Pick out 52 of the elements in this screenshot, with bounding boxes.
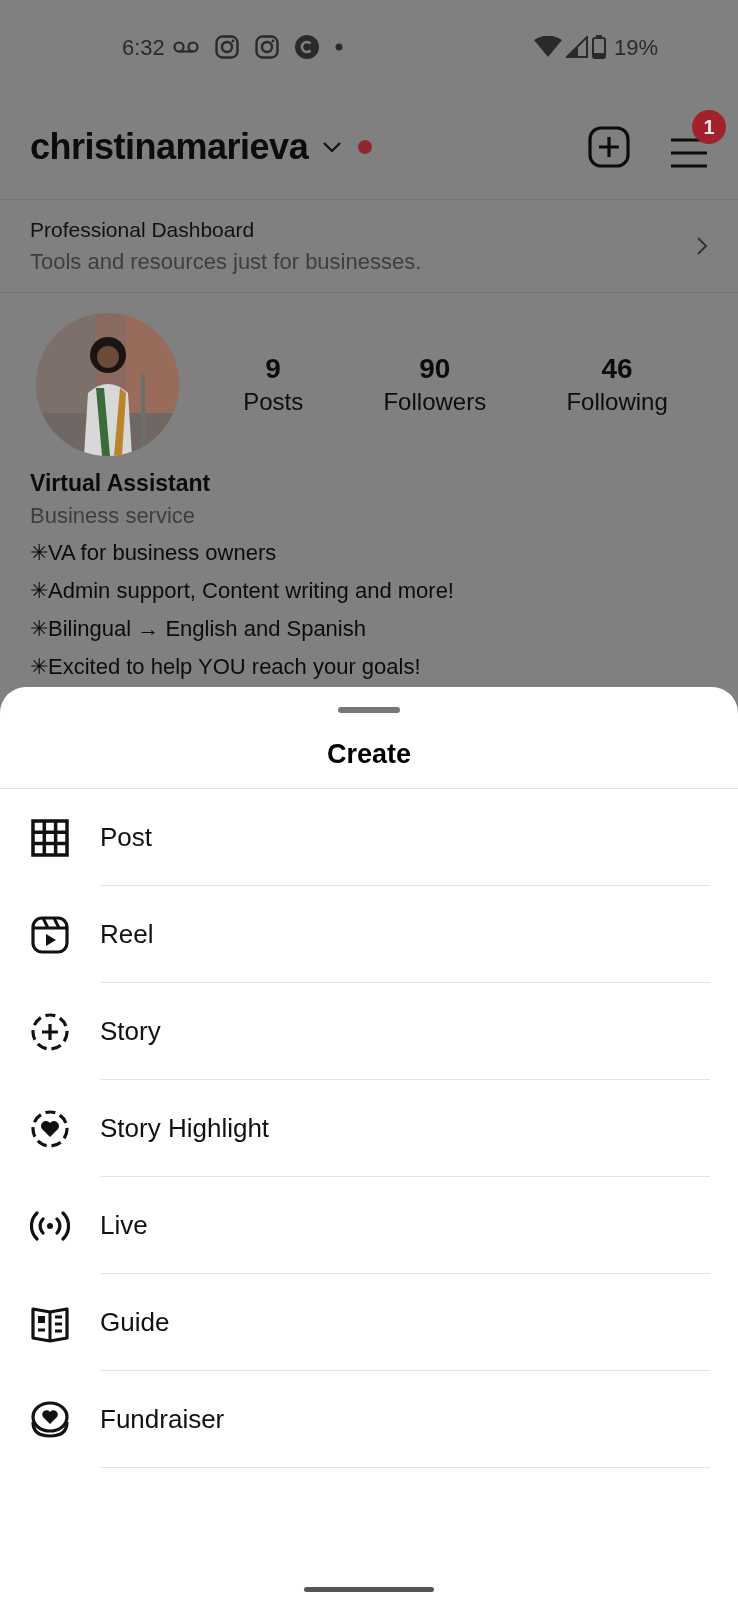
sheet-title: Create [0,719,738,789]
menu-label: Story Highlight [100,1111,270,1145]
menu-icon[interactable] [670,137,708,168]
menu-item[interactable]: Live [0,1177,738,1274]
chevron-down-icon[interactable] [322,140,343,153]
bio-line: ✳Bilingual → English and Spanish [30,615,367,643]
video-icon [30,914,70,955]
menu-label: Post [100,820,153,854]
dashboard-title: Professional Dashboard [30,216,256,243]
chevron-right-icon [696,236,708,256]
bio-line: ✳VA for business owners [30,539,278,567]
menu-label: Reel [100,917,154,951]
grid-icon [30,817,70,858]
coin-heart-icon [30,1399,70,1440]
menu-item[interactable]: Fundraiser [0,1371,738,1468]
stat-label[interactable]: Posts [243,385,304,417]
clock-time: 6:32 [122,33,165,62]
notification-dot [358,139,373,154]
menu-label: Story [100,1014,161,1048]
dashboard-row[interactable]: Professional Dashboard Tools and resources just for businesses. [0,199,738,293]
camera-icon [254,35,279,59]
battery-percent: 19% [613,33,658,62]
add-icon[interactable] [588,125,630,168]
profile-name: Virtual Assistant [30,469,212,498]
battery-icon [591,35,606,59]
username[interactable]: christinamarieva [30,119,309,174]
menu-item[interactable]: Reel [0,886,738,983]
camera-icon [214,35,239,59]
drag-handle[interactable] [338,707,400,713]
voicemail-icon [172,40,199,54]
dashed-circle-plus-icon [30,1011,70,1052]
dashboard-subtitle: Tools and resources just for businesses. [30,248,423,277]
stat-count[interactable]: 90 [383,352,487,386]
circle-letter-icon [294,35,319,59]
menu-item[interactable]: Post [0,789,738,886]
menu-label: Guide [100,1305,170,1339]
dot-icon [334,43,343,51]
menu-item[interactable]: Story Highlight [0,1080,738,1177]
menu-label: Live [100,1208,148,1242]
menu-item[interactable]: Story [0,983,738,1080]
wifi-icon [533,36,562,58]
stat-count[interactable]: 46 [566,352,668,386]
bio-line: ✳Excited to help YOU reach your goals! [30,653,422,681]
signal-icon [565,36,588,58]
bio-line: ✳Admin support, Content writing and more! [30,577,455,605]
menu-label: Fundraiser [100,1402,225,1436]
notification-count: 1 [692,109,726,144]
stat-label[interactable]: Followers [383,385,487,417]
menu-item[interactable]: Guide [0,1274,738,1371]
stat-label[interactable]: Following [566,385,668,417]
profile-category: Business service [30,502,197,530]
stat-count[interactable]: 9 [243,352,304,386]
